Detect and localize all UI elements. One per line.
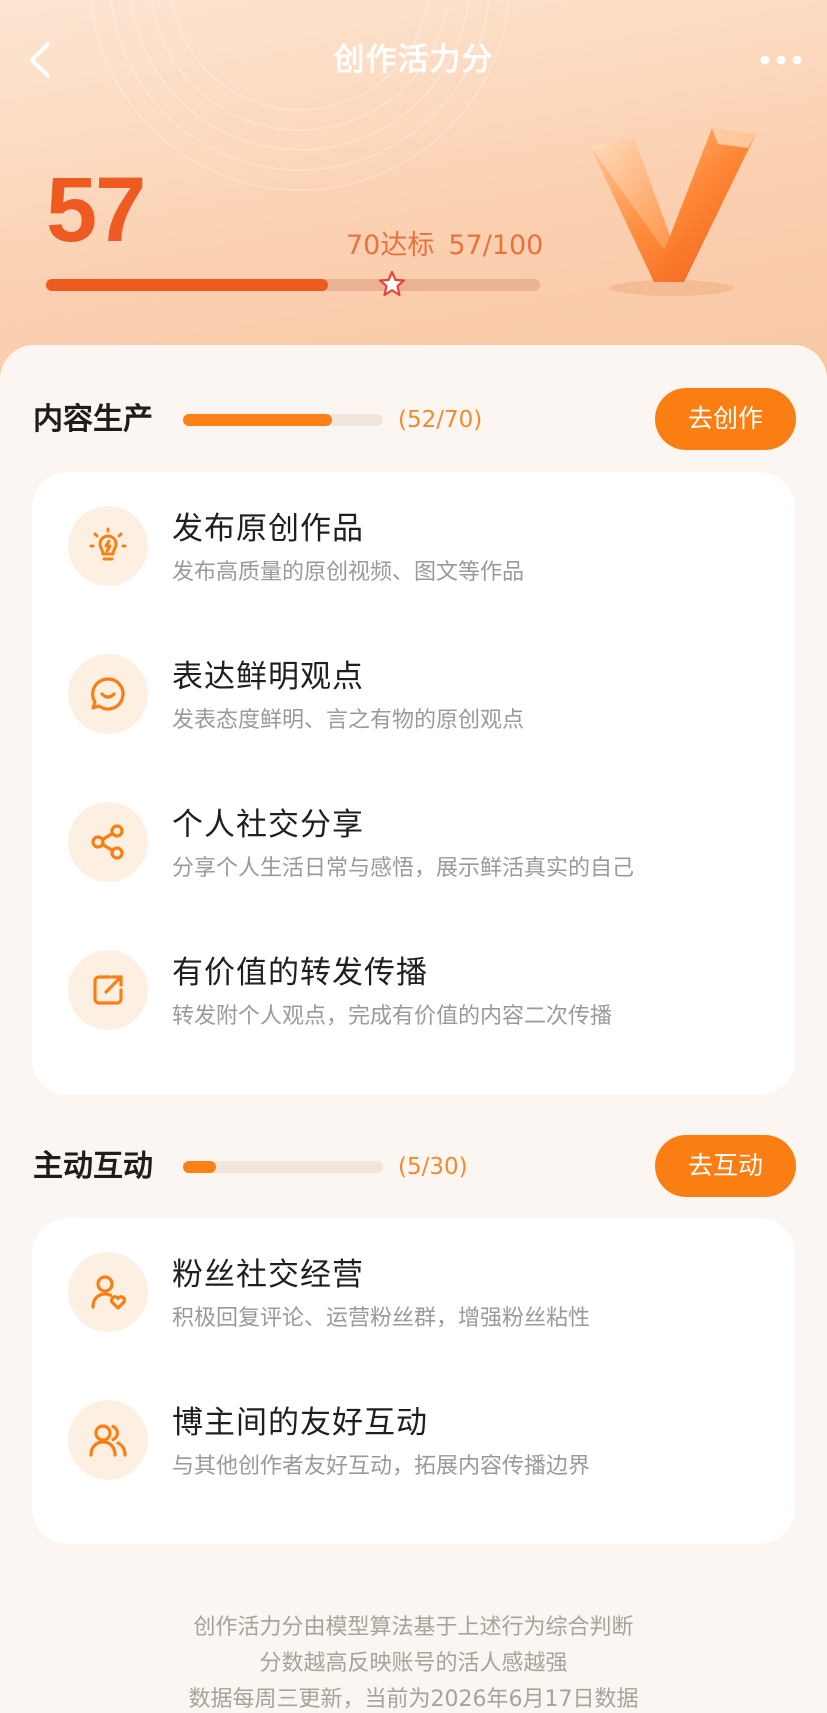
item-title: 发布原创作品 bbox=[172, 511, 364, 547]
item-title: 个人社交分享 bbox=[172, 807, 364, 843]
item-description: 分享个人生活日常与感悟，展示鲜活真实的自己 bbox=[172, 856, 635, 881]
item-description: 与其他创作者友好互动，拓展内容传播边界 bbox=[172, 1454, 591, 1479]
users-icon bbox=[68, 1400, 148, 1480]
more-button[interactable] bbox=[753, 38, 809, 82]
section-active-interaction: 主动互动 (5/30) 去互动 bbox=[0, 1135, 827, 1199]
v-badge-icon bbox=[590, 128, 756, 296]
section-progress-fill bbox=[183, 1161, 217, 1173]
section-progress-bar bbox=[183, 1161, 383, 1173]
content-production-card: 发布原创作品 发布高质量的原创视频、图文等作品 表达鲜明观点 发表态度鲜明、言之… bbox=[32, 472, 795, 1095]
list-item[interactable]: 个人社交分享 分享个人生活日常与感悟，展示鲜活真实的自己 bbox=[32, 768, 795, 916]
list-item[interactable]: 发布原创作品 发布高质量的原创视频、图文等作品 bbox=[32, 472, 795, 620]
footer-note: 创作活力分由模型算法基于上述行为综合判断 分数越高反映账号的活人感越强 数据每周… bbox=[0, 1610, 827, 1713]
item-description: 发布高质量的原创视频、图文等作品 bbox=[172, 560, 525, 585]
go-interact-button[interactable]: 去互动 bbox=[655, 1135, 796, 1197]
section-title: 主动互动 bbox=[33, 1149, 153, 1184]
section-title: 内容生产 bbox=[33, 402, 153, 437]
footer-line: 分数越高反映账号的活人感越强 bbox=[259, 1651, 568, 1676]
section-content-production: 内容生产 (52/70) 去创作 bbox=[0, 388, 827, 452]
section-progress-fill bbox=[183, 414, 332, 426]
chat-smile-icon bbox=[68, 654, 148, 734]
score-target-info: 70达标 57/100 bbox=[346, 228, 543, 264]
share-icon bbox=[68, 802, 148, 882]
item-title: 粉丝社交经营 bbox=[172, 1257, 364, 1293]
target-star-icon bbox=[378, 270, 405, 297]
hero-header: 创作活力分 57 70达标 57/100 bbox=[0, 0, 827, 380]
active-interaction-card: 粉丝社交经营 积极回复评论、运营粉丝群，增强粉丝粘性 博主间的友好互动 与其他创… bbox=[32, 1218, 795, 1544]
list-item[interactable]: 博主间的友好互动 与其他创作者友好互动，拓展内容传播边界 bbox=[32, 1366, 795, 1514]
item-title: 表达鲜明观点 bbox=[172, 659, 364, 695]
item-description: 发表态度鲜明、言之有物的原创观点 bbox=[172, 708, 525, 733]
score-ratio: 57/100 bbox=[448, 230, 544, 261]
go-create-button[interactable]: 去创作 bbox=[655, 388, 796, 450]
more-dots-icon bbox=[760, 55, 802, 65]
list-item[interactable]: 粉丝社交经营 积极回复评论、运营粉丝群，增强粉丝粘性 bbox=[32, 1218, 795, 1366]
lightbulb-icon bbox=[68, 506, 148, 586]
target-label: 70达标 bbox=[346, 230, 435, 261]
section-progress-bar bbox=[183, 414, 383, 426]
page-title: 创作活力分 bbox=[333, 42, 494, 78]
footer-line: 数据每周三更新，当前为2026年6月17日数据 bbox=[188, 1687, 639, 1712]
item-description: 转发附个人观点，完成有价值的内容二次传播 bbox=[172, 1004, 613, 1029]
item-title: 博主间的友好互动 bbox=[172, 1405, 428, 1441]
score-progress-fill bbox=[46, 279, 328, 291]
list-item[interactable]: 有价值的转发传播 转发附个人观点，完成有价值的内容二次传播 bbox=[32, 916, 795, 1064]
user-heart-icon bbox=[68, 1252, 148, 1332]
section-count: (5/30) bbox=[398, 1154, 468, 1180]
footer-line: 创作活力分由模型算法基于上述行为综合判断 bbox=[193, 1615, 634, 1640]
score-progress-bar bbox=[46, 279, 540, 291]
section-count: (52/70) bbox=[398, 407, 483, 433]
item-title: 有价值的转发传播 bbox=[172, 955, 428, 991]
score-value: 57 bbox=[46, 159, 146, 261]
list-item[interactable]: 表达鲜明观点 发表态度鲜明、言之有物的原创观点 bbox=[32, 620, 795, 768]
forward-icon bbox=[68, 950, 148, 1030]
item-description: 积极回复评论、运营粉丝群，增强粉丝粘性 bbox=[172, 1306, 591, 1331]
